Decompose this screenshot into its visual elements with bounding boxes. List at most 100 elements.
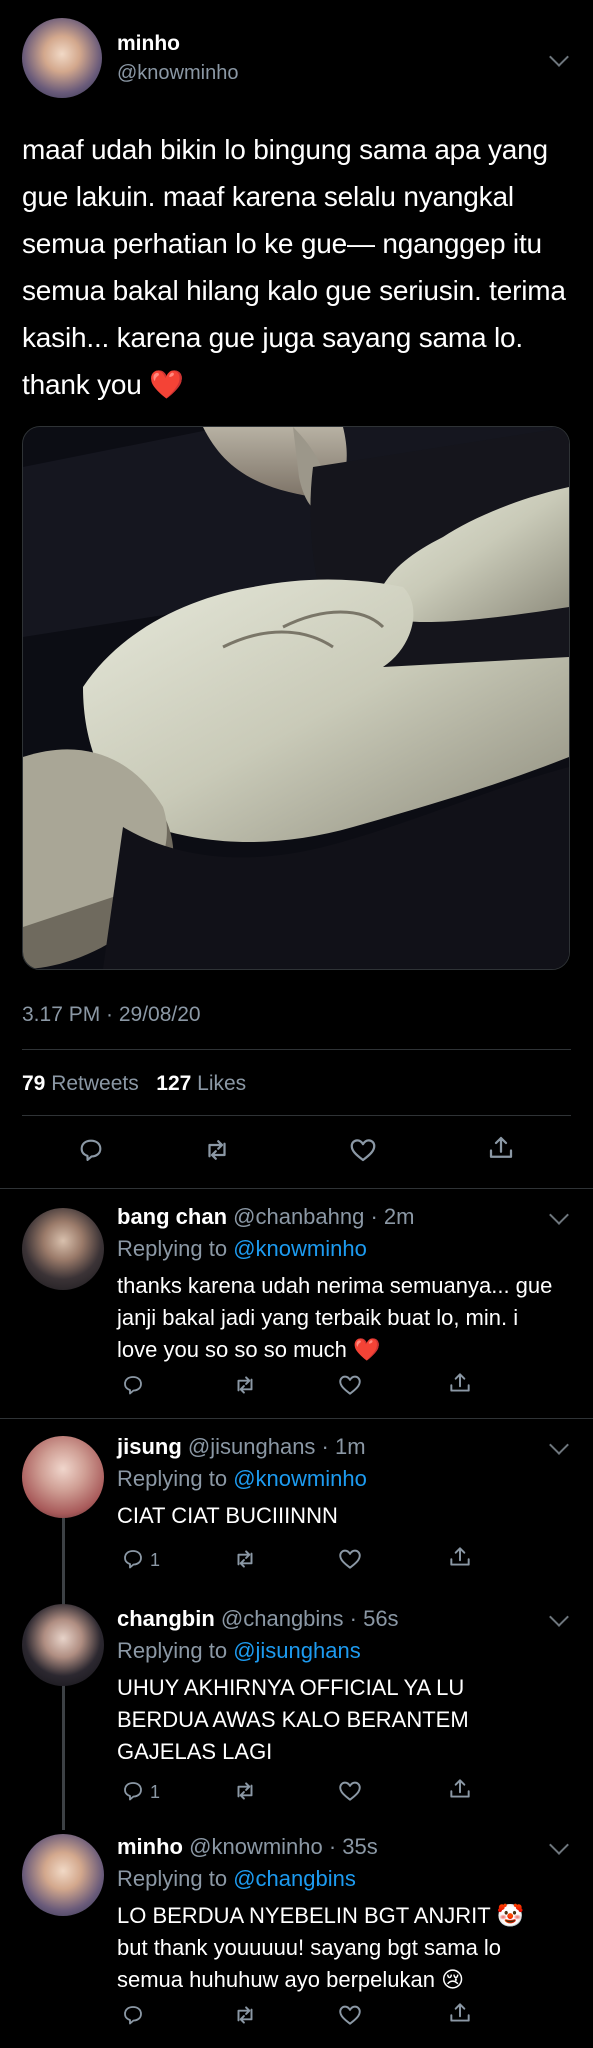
avatar[interactable]: [22, 1436, 104, 1518]
divider: [22, 1049, 571, 1050]
reply-tweet[interactable]: jisung @jisunghans · 1m Replying to @kno…: [0, 1418, 593, 1590]
chevron-down-icon[interactable]: [549, 47, 569, 67]
reply-count: 1: [150, 1782, 161, 1802]
tweet-text: maaf udah bikin lo bingung sama apa yang…: [22, 126, 582, 408]
reply-author-name: changbin: [117, 1606, 215, 1631]
chevron-down-icon[interactable]: [549, 1607, 569, 1627]
reply-button[interactable]: [116, 1542, 150, 1576]
reply-text: thanks karena udah nerima semuanya... gu…: [117, 1270, 557, 1366]
replying-to-label: Replying to: [117, 1236, 228, 1261]
replying-to: Replying to @knowminho: [117, 1236, 367, 1262]
reply-button[interactable]: [74, 1133, 108, 1167]
like-button[interactable]: [333, 1998, 367, 2032]
share-icon: [450, 1547, 470, 1566]
reply-author-handle: @changbins · 56s: [220, 1606, 399, 1631]
retweets-label: Retweets: [51, 1072, 139, 1095]
like-button[interactable]: [333, 1542, 367, 1576]
share-button[interactable]: [443, 1772, 477, 1806]
chevron-down-icon[interactable]: [549, 1435, 569, 1455]
like-icon: [350, 1139, 376, 1162]
replying-to: Replying to @changbins: [117, 1866, 356, 1892]
reply-button[interactable]: [116, 1998, 150, 2032]
retweet-button[interactable]: [228, 1774, 262, 1808]
reply-author[interactable]: bang chan @chanbahng · 2m: [117, 1204, 414, 1230]
retweet-icon: [237, 1376, 253, 1394]
share-icon: [450, 1373, 470, 1392]
tweet-stats: 79 Retweets 127 Likes: [22, 1072, 246, 1096]
likes-stat[interactable]: 127 Likes: [156, 1072, 246, 1095]
reply-author-handle: @jisunghans · 1m: [187, 1434, 366, 1459]
share-icon: [450, 1779, 470, 1798]
like-button[interactable]: [333, 1774, 367, 1808]
like-icon: [339, 1375, 361, 1395]
reply-tweet[interactable]: minho @knowminho · 35s Replying to @chan…: [0, 1830, 593, 2048]
like-icon: [339, 2005, 361, 2025]
author-handle[interactable]: @knowminho: [117, 62, 238, 85]
reply-button[interactable]: [116, 1774, 150, 1808]
reply-text: UHUY AKHIRNYA OFFICIAL YA LU BERDUA AWAS…: [117, 1675, 469, 1764]
share-icon: [489, 1136, 513, 1158]
hands-photo-illustration: [23, 427, 569, 969]
share-button[interactable]: [443, 1366, 477, 1400]
reply-body-line1: LO BERDUA NYEBELIN BGT ANJRIT: [117, 1903, 491, 1928]
reply-icon: [124, 1782, 142, 1801]
retweet-button[interactable]: [228, 1368, 262, 1402]
tweet-body: maaf udah bikin lo bingung sama apa yang…: [22, 134, 566, 400]
reply-author-name: jisung: [117, 1434, 182, 1459]
retweet-icon: [208, 1140, 226, 1160]
divider: [22, 1115, 571, 1116]
tweet-photo[interactable]: [22, 426, 570, 970]
reply-body: thanks karena udah nerima semuanya... gu…: [117, 1273, 553, 1362]
retweet-button[interactable]: [200, 1133, 234, 1167]
reply-tweet[interactable]: bang chan @chanbahng · 2m Replying to @k…: [0, 1188, 593, 1418]
share-icon: [450, 2003, 470, 2022]
likes-label: Likes: [197, 1072, 247, 1095]
avatar[interactable]: [22, 1208, 104, 1290]
replying-to: Replying to @knowminho: [117, 1466, 367, 1492]
retweet-icon: [237, 2006, 253, 2024]
retweet-button[interactable]: [228, 1998, 262, 2032]
replying-to-label: Replying to: [117, 1866, 228, 1891]
retweet-icon: [237, 1782, 253, 1800]
chevron-down-icon[interactable]: [549, 1835, 569, 1855]
replying-to-mention[interactable]: @jisunghans: [233, 1638, 361, 1663]
replying-to-label: Replying to: [117, 1638, 228, 1663]
reply-author[interactable]: jisung @jisunghans · 1m: [117, 1434, 366, 1460]
reply-tweet[interactable]: changbin @changbins · 56s Replying to @j…: [0, 1590, 593, 1830]
avatar[interactable]: [22, 1604, 104, 1686]
avatar[interactable]: [22, 1834, 104, 1916]
reply-text: LO BERDUA NYEBELIN BGT ANJRIT 🤡 but than…: [117, 1900, 547, 1996]
reply-button[interactable]: [116, 1368, 150, 1402]
replying-to-mention[interactable]: @knowminho: [233, 1466, 367, 1491]
reply-count: 1: [150, 1550, 161, 1570]
avatar[interactable]: [22, 18, 102, 98]
replying-to: Replying to @jisunghans: [117, 1638, 361, 1664]
heart-emoji: ❤️: [353, 1337, 381, 1362]
likes-count: 127: [156, 1072, 192, 1095]
reply-icon: [80, 1139, 102, 1161]
retweet-button[interactable]: [228, 1542, 262, 1576]
reply-icon: [124, 2006, 142, 2025]
reply-author[interactable]: changbin @changbins · 56s: [117, 1606, 399, 1632]
retweets-stat[interactable]: 79 Retweets: [22, 1072, 139, 1095]
clown-emoji: 🤡: [496, 1903, 524, 1928]
replying-to-mention[interactable]: @changbins: [233, 1866, 356, 1891]
chevron-down-icon[interactable]: [549, 1205, 569, 1225]
like-button[interactable]: [346, 1133, 380, 1167]
share-button[interactable]: [443, 1996, 477, 2030]
retweets-count: 79: [22, 1072, 46, 1095]
reply-author-name: minho: [117, 1834, 183, 1859]
share-button[interactable]: [443, 1540, 477, 1574]
reply-author[interactable]: minho @knowminho · 35s: [117, 1834, 378, 1860]
like-icon: [339, 1549, 361, 1569]
reply-text: CIAT CIAT BUCIIINNN: [117, 1503, 338, 1528]
tweet-timestamp[interactable]: 3.17 PM · 29/08/20: [22, 1003, 201, 1027]
like-button[interactable]: [333, 1368, 367, 1402]
author-name[interactable]: minho: [117, 32, 180, 56]
replying-to-label: Replying to: [117, 1466, 228, 1491]
share-button[interactable]: [484, 1131, 518, 1165]
reply-icon: [124, 1376, 142, 1395]
replying-to-mention[interactable]: @knowminho: [233, 1236, 367, 1261]
reply-author-handle: @knowminho · 35s: [189, 1834, 378, 1859]
reply-icon: [124, 1550, 142, 1569]
